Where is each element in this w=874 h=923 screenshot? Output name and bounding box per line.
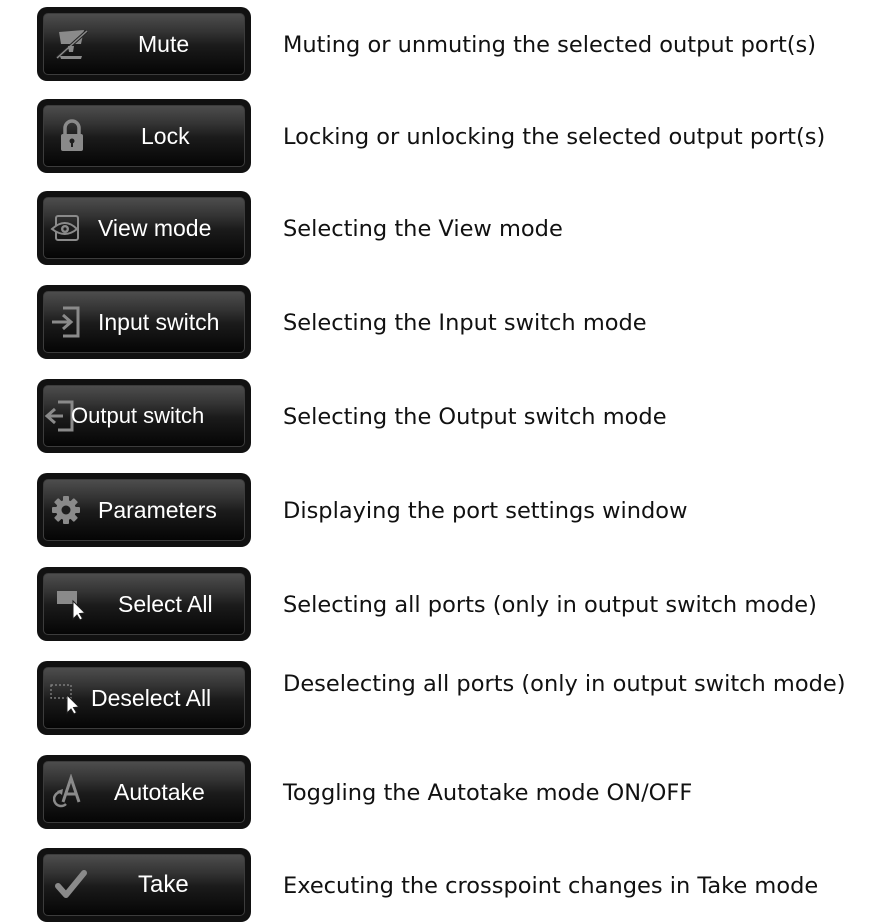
take-button[interactable]: Take [37, 848, 251, 922]
autotake-button-face: Autotake [43, 761, 245, 823]
take-button-label: Take [138, 871, 189, 898]
input-switch-icon [46, 292, 86, 352]
parameters-button[interactable]: Parameters [37, 473, 251, 547]
button-row-deselect-all: Deselect All Deselecting all ports (only… [0, 656, 874, 736]
button-row-input-switch: Input switch Selecting the Input switch … [0, 280, 874, 360]
lock-icon [52, 106, 92, 166]
deselect-all-description: Deselecting all ports (only in output sw… [283, 671, 846, 697]
mute-icon [52, 14, 92, 74]
eye-icon [46, 198, 86, 258]
take-description: Executing the crosspoint changes in Take… [283, 873, 819, 899]
deselect-all-button-face: Deselect All [43, 667, 245, 729]
select-all-description: Selecting all ports (only in output swit… [283, 592, 817, 618]
button-row-take: Take Executing the crosspoint changes in… [0, 843, 874, 923]
gear-icon [46, 480, 86, 540]
input-switch-button-label: Input switch [98, 308, 220, 335]
select-all-button-face: Select All [43, 573, 245, 635]
lock-button[interactable]: Lock [37, 99, 251, 173]
autotake-button-label: Autotake [114, 778, 205, 805]
parameters-button-face: Parameters [43, 479, 245, 541]
button-row-select-all: Select All Selecting all ports (only in … [0, 562, 874, 642]
autotake-icon [50, 762, 90, 822]
deselect-all-button-label: Deselect All [91, 684, 212, 711]
input-switch-button-face: Input switch [43, 291, 245, 353]
lock-button-face: Lock [43, 105, 245, 167]
deselect-all-button[interactable]: Deselect All [37, 661, 251, 735]
mute-button-face: Mute [43, 13, 245, 75]
lock-description: Locking or unlocking the selected output… [283, 124, 826, 150]
output-switch-description: Selecting the Output switch mode [283, 404, 667, 430]
button-row-parameters: Parameters Displaying the port settings … [0, 468, 874, 548]
mute-description: Muting or unmuting the selected output p… [283, 32, 817, 58]
autotake-button[interactable]: Autotake [37, 755, 251, 829]
view-mode-button[interactable]: View mode [37, 191, 251, 265]
view-mode-button-face: View mode [43, 197, 245, 259]
deselect-all-icon [46, 668, 86, 728]
output-switch-button-face: Output switch [43, 385, 245, 447]
check-icon [52, 855, 92, 915]
input-switch-description: Selecting the Input switch mode [283, 310, 647, 336]
button-row-mute: Mute Muting or unmuting the selected out… [0, 2, 874, 82]
select-all-icon [52, 574, 92, 634]
autotake-description: Toggling the Autotake mode ON/OFF [283, 780, 693, 806]
button-row-autotake: Autotake Toggling the Autotake mode ON/O… [0, 750, 874, 830]
button-row-output-switch: Output switch Selecting the Output switc… [0, 374, 874, 454]
view-mode-description: Selecting the View mode [283, 216, 563, 242]
output-switch-button-label: Output switch [71, 403, 205, 428]
button-row-view-mode: View mode Selecting the View mode [0, 186, 874, 266]
take-button-face: Take [43, 854, 245, 916]
button-row-lock: Lock Locking or unlocking the selected o… [0, 94, 874, 174]
output-switch-button[interactable]: Output switch [37, 379, 251, 453]
parameters-description: Displaying the port settings window [283, 498, 688, 524]
input-switch-button[interactable]: Input switch [37, 285, 251, 359]
lock-button-label: Lock [141, 122, 190, 149]
view-mode-button-label: View mode [98, 214, 212, 241]
select-all-button-label: Select All [118, 590, 213, 617]
select-all-button[interactable]: Select All [37, 567, 251, 641]
mute-button-label: Mute [138, 30, 190, 57]
mute-button[interactable]: Mute [37, 7, 251, 81]
parameters-button-label: Parameters [98, 496, 217, 523]
